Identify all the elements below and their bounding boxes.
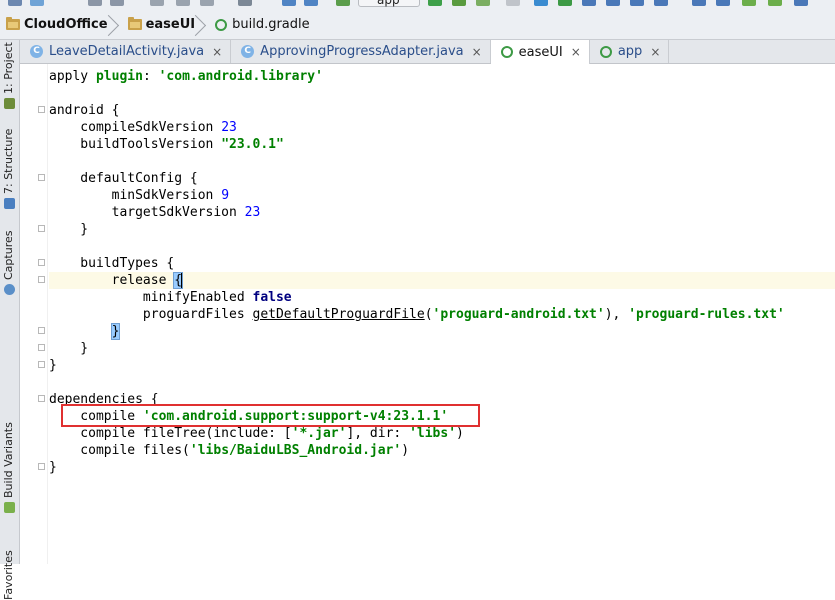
sdk-manager-icon[interactable]: [582, 0, 596, 6]
tab-approving-progress-adapter[interactable]: C ApprovingProgressAdapter.java ×: [231, 40, 491, 63]
run-config-label: app: [377, 0, 400, 7]
code-line: buildToolsVersion "23.0.1": [49, 137, 284, 152]
code-line: }: [49, 358, 57, 373]
fold-marker-icon[interactable]: [38, 327, 45, 334]
close-icon[interactable]: ×: [212, 45, 222, 59]
android-icon[interactable]: [742, 0, 756, 6]
undo-icon[interactable]: [88, 0, 102, 6]
code-line: proguardFiles getDefaultProguardFile('pr…: [49, 307, 785, 322]
monitor-icon[interactable]: [630, 0, 644, 6]
save-icon[interactable]: [8, 0, 22, 6]
captures-icon[interactable]: [4, 284, 15, 295]
close-icon[interactable]: ×: [650, 45, 660, 59]
build-variants-icon[interactable]: [4, 502, 15, 513]
cut-icon[interactable]: [150, 0, 164, 6]
attach-icon[interactable]: [476, 0, 490, 6]
tab-label: app: [617, 44, 643, 59]
main-toolbar: app: [0, 0, 835, 10]
code-editor[interactable]: apply plugin: 'com.android.library' andr…: [49, 64, 835, 564]
breadcrumb-item-easeui[interactable]: easeUI: [122, 10, 210, 40]
tab-easeui[interactable]: easeUI ×: [490, 40, 590, 64]
tab-label: LeaveDetailActivity.java: [49, 44, 205, 59]
paste-icon[interactable]: [200, 0, 214, 6]
extra-icon[interactable]: [794, 0, 808, 6]
forward-icon[interactable]: [304, 0, 318, 6]
device-icon[interactable]: [768, 0, 782, 6]
find-icon[interactable]: [238, 0, 252, 6]
code-line: }: [49, 323, 835, 340]
tab-label: easeUI: [518, 44, 563, 60]
code-line: }: [49, 341, 89, 356]
gradle-icon: [500, 46, 513, 58]
tab-label: ApprovingProgressAdapter.java: [260, 44, 464, 59]
tool-tab-project[interactable]: 1: Project: [2, 42, 16, 94]
tool-tab-build-variants[interactable]: Build Variants: [2, 422, 16, 498]
project-icon[interactable]: [4, 98, 15, 109]
breadcrumb-item-build-gradle[interactable]: build.gradle: [209, 10, 324, 40]
fold-marker-icon[interactable]: [38, 106, 45, 113]
help-icon[interactable]: [692, 0, 706, 6]
run-config-select[interactable]: app: [358, 0, 420, 7]
debug-icon[interactable]: [452, 0, 466, 6]
tool-tab-structure[interactable]: 7: Structure: [2, 129, 16, 194]
fold-marker-icon[interactable]: [38, 174, 45, 181]
editor-gutter: [20, 64, 48, 564]
annotation-highlight-box: [61, 404, 480, 427]
structure-icon[interactable]: [4, 198, 15, 209]
fold-marker-icon[interactable]: [38, 395, 45, 402]
tab-app[interactable]: app ×: [590, 40, 670, 63]
structure-icon[interactable]: [606, 0, 620, 6]
code-line: apply plugin: 'com.android.library': [49, 69, 323, 84]
breadcrumb-item-cloudoffice[interactable]: CloudOffice: [0, 10, 122, 40]
fold-marker-icon[interactable]: [38, 259, 45, 266]
class-icon: C: [241, 45, 255, 58]
gradle-icon: [215, 18, 228, 31]
code-line: targetSdkVersion 23: [49, 205, 261, 220]
code-line: compile files('libs/BaiduLBS_Android.jar…: [49, 443, 410, 458]
tab-leave-detail-activity[interactable]: C LeaveDetailActivity.java ×: [20, 40, 232, 63]
breadcrumb-label: build.gradle: [232, 17, 310, 32]
class-icon: C: [30, 45, 43, 58]
redo-icon[interactable]: [110, 0, 124, 6]
code-line: compile fileTree(include: ['*.jar'], dir…: [49, 426, 464, 441]
close-icon[interactable]: ×: [571, 45, 581, 59]
code-line: }: [49, 460, 57, 475]
code-line: minSdkVersion 9: [49, 188, 230, 203]
close-icon[interactable]: ×: [472, 45, 482, 59]
layout-icon[interactable]: [654, 0, 668, 6]
matched-brace: }: [110, 323, 121, 340]
code-line: compileSdkVersion 23: [49, 120, 237, 135]
tool-tab-favorites[interactable]: Favorites: [2, 550, 16, 600]
fold-marker-icon[interactable]: [38, 344, 45, 351]
breadcrumb: CloudOffice easeUI build.gradle: [0, 10, 835, 40]
left-tool-strip: 1: Project 7: Structure Captures Build V…: [0, 40, 20, 600]
tool-tab-captures[interactable]: Captures: [2, 231, 16, 280]
sync-gradle-icon[interactable]: [534, 0, 548, 6]
fold-marker-icon[interactable]: [38, 225, 45, 232]
text-caret: [181, 273, 183, 288]
folder-icon: [6, 17, 20, 30]
make-icon[interactable]: [336, 0, 350, 6]
run-icon[interactable]: [428, 0, 442, 6]
current-code-line: release {: [49, 272, 835, 289]
code-line: buildTypes {: [49, 256, 175, 271]
gradle-icon: [599, 45, 612, 58]
fold-marker-icon[interactable]: [38, 463, 45, 470]
stop-icon[interactable]: [506, 0, 520, 6]
code-line: android {: [49, 103, 120, 118]
code-line: defaultConfig {: [49, 171, 198, 186]
sync-icon[interactable]: [30, 0, 44, 6]
module-folder-icon: [127, 17, 142, 30]
copy-icon[interactable]: [176, 0, 190, 6]
code-line: }: [49, 222, 89, 237]
avd-icon[interactable]: [558, 0, 572, 6]
breadcrumb-label: easeUI: [145, 17, 196, 32]
editor-tabs: C LeaveDetailActivity.java × C Approving…: [20, 40, 835, 64]
fold-marker-icon[interactable]: [38, 361, 45, 368]
breadcrumb-label: CloudOffice: [24, 17, 108, 32]
back-icon[interactable]: [282, 0, 296, 6]
fold-marker-icon[interactable]: [38, 276, 45, 283]
settings-icon[interactable]: [716, 0, 730, 6]
code-line: minifyEnabled false: [49, 290, 292, 305]
